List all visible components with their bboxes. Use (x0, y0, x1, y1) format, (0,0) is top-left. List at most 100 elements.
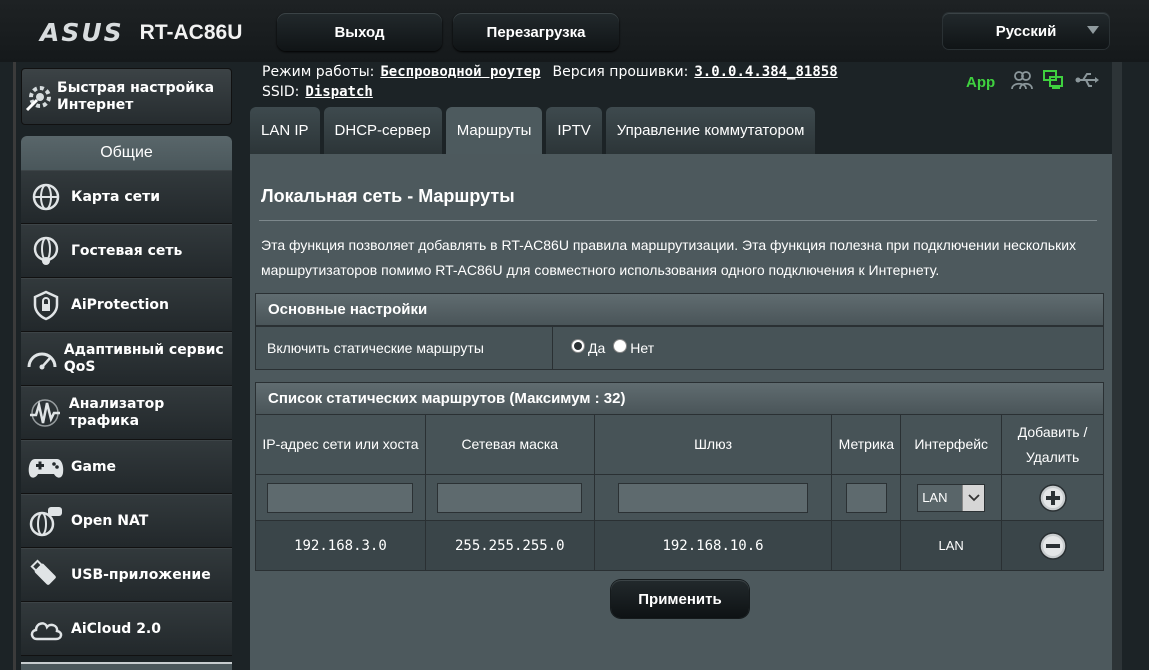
network-status-icon[interactable] (1043, 70, 1065, 94)
basic-settings-header: Основные настройки (255, 293, 1104, 326)
radio-no[interactable] (613, 339, 628, 353)
static-routes-setting: Включить статические маршруты Да Нет (255, 326, 1104, 370)
quick-setup-button[interactable]: Быстрая настройка Интернет (21, 68, 232, 125)
table-row: 192.168.3.0 255.255.255.0 192.168.10.6 L… (255, 520, 1104, 571)
firmware-link[interactable]: 3.0.0.4.384_81858 (694, 64, 837, 80)
sidebar-item-open-nat[interactable]: Open NAT (21, 494, 232, 548)
tab-switch-control[interactable]: Управление коммутатором (605, 107, 816, 154)
static-routes-list-header: Список статических маршрутов (Максимум :… (255, 382, 1104, 415)
route-gateway: 192.168.10.6 (593, 520, 833, 571)
ssid-label: SSID: (262, 84, 300, 100)
cloud-icon (21, 604, 71, 654)
reboot-button[interactable]: Перезагрузка (453, 13, 619, 51)
new-interface-value: LAN (918, 484, 963, 511)
brand-logo: ASUS (40, 18, 124, 47)
sidebar-item-guest-network[interactable]: Гостевая сеть (21, 224, 232, 278)
content-panel: Локальная сеть - Маршруты Эта функция по… (250, 154, 1112, 670)
status-icons: App (966, 70, 1100, 94)
radio-no-label: Нет (630, 340, 655, 356)
sidebar-item-label: AiProtection (71, 296, 169, 313)
firmware-label: Версия прошивки: (552, 64, 689, 80)
logout-button[interactable]: Выход (277, 13, 442, 51)
new-ip-input[interactable] (267, 482, 414, 513)
wand-gear-icon (22, 73, 57, 121)
chevron-down-icon (1087, 26, 1099, 34)
radio-yes-label: Да (588, 340, 606, 356)
column-header-metric: Метрика (831, 414, 902, 475)
language-value: Русский (995, 22, 1057, 40)
model-name: RT-AC86U (139, 20, 243, 44)
sidebar-item-adaptive-qos[interactable]: Адаптивный сервис QoS (21, 332, 232, 386)
sidebar-item-aicloud[interactable]: AiCloud 2.0 (21, 602, 232, 656)
top-bar: ASUS RT-AC86U Выход Перезагрузка Русский (0, 0, 1149, 62)
language-select[interactable]: Русский (943, 13, 1109, 49)
column-header-add-delete: Добавить / Удалить (1001, 414, 1104, 475)
traffic-wave-icon (21, 388, 69, 438)
sidebar-item-network-map[interactable]: Карта сети (21, 170, 232, 224)
logo: ASUS RT-AC86U (40, 18, 242, 47)
mode-label: Режим работы: (262, 64, 375, 80)
tab-iptv[interactable]: IPTV (546, 107, 602, 154)
sidebar-edge (13, 62, 16, 670)
column-header-interface: Интерфейс (900, 414, 1003, 475)
mode-link[interactable]: Беспроводной роутер (380, 64, 540, 80)
tab-lan-ip[interactable]: LAN IP (250, 107, 320, 154)
sidebar-item-label: Карта сети (71, 188, 161, 205)
chevron-down-icon (962, 484, 985, 511)
new-interface-select[interactable]: LAN (917, 483, 986, 512)
route-metric (831, 520, 902, 571)
radio-yes[interactable] (571, 339, 585, 353)
sidebar-item-label: Open NAT (71, 512, 149, 529)
ssid-link[interactable]: Dispatch (305, 84, 372, 100)
sidebar-item-label: Гостевая сеть (71, 242, 183, 259)
app-link[interactable]: App (966, 74, 995, 91)
add-route-icon[interactable] (1038, 483, 1068, 512)
column-header-gateway: Шлюз (593, 414, 833, 475)
panel-right-edge (1112, 62, 1122, 670)
static-routes-options: Да Нет (553, 327, 654, 369)
tab-routes[interactable]: Маршруты (445, 107, 543, 154)
page-description: Эта функция позволяет добавлять в RT-AC8… (261, 237, 1077, 278)
delete-route-icon[interactable] (1038, 531, 1068, 560)
route-mask: 255.255.255.0 (424, 520, 595, 571)
route-ip: 192.168.3.0 (255, 520, 426, 571)
column-header-ip: IP-адрес сети или хоста (255, 414, 426, 475)
new-gateway-input[interactable] (618, 482, 809, 513)
column-header-mask: Сетевая маска (424, 414, 595, 475)
sidebar-item-traffic-analyzer[interactable]: Анализатор трафика (21, 386, 232, 440)
sidebar-menu: Карта сети Гостевая сеть AiProtection Ад… (21, 170, 232, 656)
new-metric-input[interactable] (845, 482, 887, 513)
guest-network-icon (21, 226, 71, 276)
new-mask-input[interactable] (437, 482, 583, 513)
status-info: Режим работы: Беспроводной роутер Версия… (262, 62, 850, 102)
shield-lock-icon (21, 280, 71, 330)
speedometer-icon (21, 334, 64, 384)
gamepad-icon (21, 442, 71, 492)
usb-drive-icon (21, 550, 71, 600)
route-interface: LAN (900, 520, 1003, 571)
globe-network-icon (21, 172, 71, 222)
table-header-row: IP-адрес сети или хоста Сетевая маска Шл… (255, 414, 1104, 475)
sidebar-item-label: AiCloud 2.0 (71, 620, 161, 637)
tab-bar: LAN IP DHCP-сервер Маршруты IPTV Управле… (250, 107, 816, 154)
sidebar-item-label: Game (71, 458, 117, 475)
sidebar-section-general: Общие (21, 136, 232, 170)
static-routes-label: Включить статические маршруты (256, 327, 553, 369)
apply-button[interactable]: Применить (611, 580, 749, 618)
usb-icon[interactable] (1075, 71, 1100, 93)
sidebar-next-item-edge (21, 662, 232, 670)
sidebar-item-aiprotection[interactable]: AiProtection (21, 278, 232, 332)
sidebar-item-usb-app[interactable]: USB-приложение (21, 548, 232, 602)
sidebar-item-label: USB-приложение (71, 566, 211, 583)
open-nat-icon (21, 496, 71, 546)
tab-dhcp-server[interactable]: DHCP-сервер (323, 107, 442, 154)
clients-icon[interactable] (1011, 70, 1034, 94)
routes-table: IP-адрес сети или хоста Сетевая маска Шл… (255, 414, 1104, 571)
quick-setup-label: Быстрая настройка Интернет (57, 79, 215, 113)
sidebar-item-label: Анализатор трафика (68, 396, 165, 429)
sidebar-item-game[interactable]: Game (21, 440, 232, 494)
page-title: Локальная сеть - Маршруты (261, 186, 515, 206)
divider (259, 220, 1097, 221)
new-route-row: LAN (255, 474, 1104, 521)
sidebar-item-label: Адаптивный сервис QoS (63, 342, 224, 375)
